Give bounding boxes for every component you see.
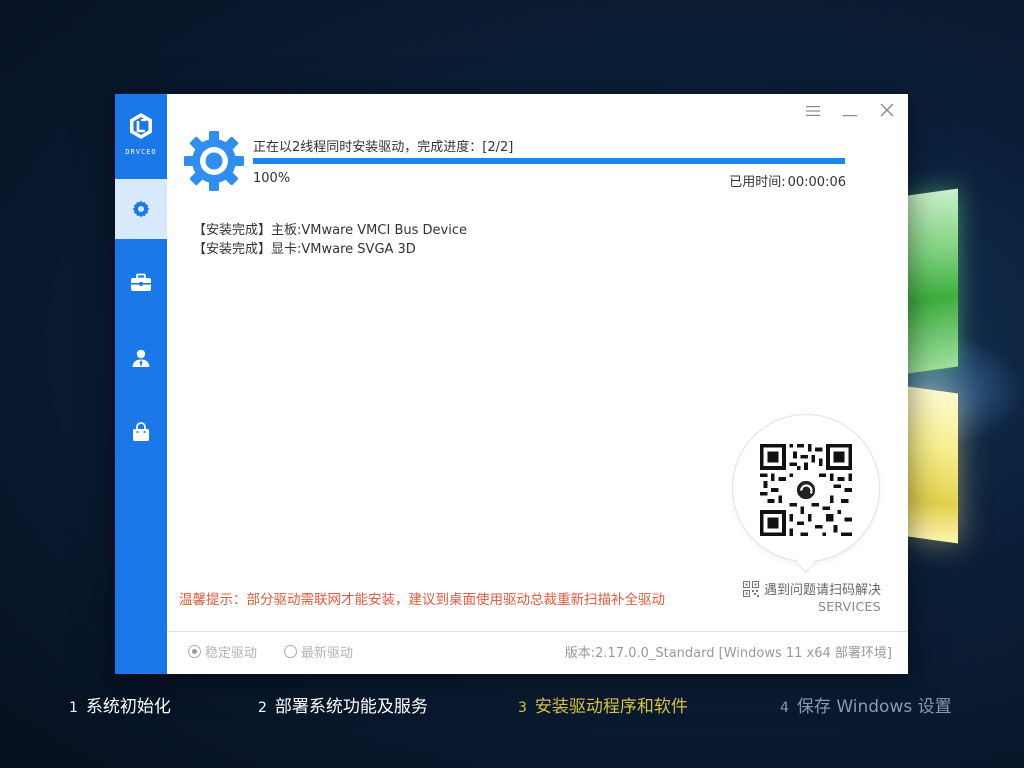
log-entry-text: 主板:VMware VMCI Bus Device bbox=[271, 223, 467, 238]
step-label: 系统初始化 bbox=[85, 697, 171, 717]
step-2: 2 部署系统功能及服务 bbox=[258, 692, 428, 717]
help-label: 遇到问题请扫码解决 bbox=[763, 583, 881, 598]
support-qr-code[interactable] bbox=[760, 444, 852, 536]
radio-checked-icon bbox=[188, 645, 201, 658]
log-entry: 【安装完成】显卡:VMware SVGA 3D bbox=[193, 240, 467, 259]
logo-pane-yellow bbox=[908, 386, 958, 544]
installing-gear-icon bbox=[184, 131, 244, 191]
install-status-text: 正在以2线程同时安装驱动，完成进度：[2/2] bbox=[253, 140, 514, 155]
radio-stable-label: 稳定驱动 bbox=[205, 646, 258, 661]
log-entry: 【安装完成】主板:VMware VMCI Bus Device bbox=[193, 221, 467, 240]
step-number: 3 bbox=[518, 700, 527, 716]
gear-icon bbox=[132, 200, 150, 218]
menu-icon bbox=[806, 106, 820, 116]
close-button[interactable] bbox=[877, 102, 897, 122]
log-entry-text: 显卡:VMware SVGA 3D bbox=[271, 242, 416, 257]
minimize-button[interactable] bbox=[840, 102, 860, 122]
toolbox-icon bbox=[131, 273, 151, 291]
radio-latest-driver[interactable]: 最新驱动 bbox=[284, 642, 353, 661]
step-label: 保存 Windows 设置 bbox=[796, 697, 952, 717]
user-icon bbox=[132, 349, 150, 367]
minimize-icon bbox=[843, 115, 857, 117]
log-entry-status: 【安装完成】 bbox=[193, 223, 272, 238]
radio-latest-label: 最新驱动 bbox=[301, 646, 354, 661]
install-progress-bar bbox=[253, 158, 845, 164]
help-block[interactable]: 遇到问题请扫码解决 SERVICES bbox=[731, 579, 881, 614]
radio-stable-driver[interactable]: 稳定驱动 bbox=[188, 642, 257, 661]
version-info: 版本:2.17.0.0_Standard [Windows 11 x64 部署环… bbox=[564, 646, 892, 661]
sidebar-item-user[interactable] bbox=[115, 328, 167, 388]
radio-unchecked-icon bbox=[284, 645, 297, 658]
help-row: 遇到问题请扫码解决 bbox=[731, 579, 881, 598]
step-label: 部署系统功能及服务 bbox=[274, 697, 428, 717]
brand-icon bbox=[130, 113, 152, 139]
menu-button[interactable] bbox=[803, 102, 823, 122]
elapsed-time: 已用时间: 00:00:06 bbox=[727, 171, 846, 190]
warm-tip: 温馨提示：部分驱动需联网才能安装，建议到桌面使用驱动总裁重新扫描补全驱动 bbox=[179, 592, 665, 608]
footer-divider bbox=[167, 631, 908, 632]
brand-logo: DRVCEO bbox=[115, 112, 167, 162]
progress-percent: 100% bbox=[253, 171, 291, 186]
step-number: 4 bbox=[780, 700, 789, 716]
setup-steps: 1 系统初始化 2 部署系统功能及服务 3 安装驱动程序和软件 4 保存 Windows… bbox=[0, 692, 1024, 717]
step-4: 4 保存 Windows 设置 bbox=[780, 692, 952, 717]
elapsed-label: 已用时间: bbox=[729, 175, 786, 190]
installer-window: DRVCEO 正在以2线程同时安装驱动，完成进度：[2/2] 100% 已用时间… bbox=[115, 94, 908, 674]
step-number: 1 bbox=[69, 700, 78, 716]
help-sublabel: SERVICES bbox=[817, 599, 881, 614]
brand-name: DRVCEO bbox=[125, 148, 157, 156]
install-log: 【安装完成】主板:VMware VMCI Bus Device 【安装完成】显卡… bbox=[193, 221, 467, 259]
bag-icon bbox=[133, 422, 149, 441]
sidebar-item-driver-install[interactable] bbox=[115, 179, 167, 239]
step-label: 安装驱动程序和软件 bbox=[534, 697, 688, 717]
step-3: 3 安装驱动程序和软件 bbox=[518, 692, 688, 717]
log-entry-status: 【安装完成】 bbox=[193, 242, 272, 257]
step-1: 1 系统初始化 bbox=[69, 692, 171, 717]
sidebar: DRVCEO bbox=[115, 94, 167, 674]
sidebar-item-software[interactable] bbox=[115, 402, 167, 462]
qr-scan-icon bbox=[742, 580, 759, 597]
sidebar-item-toolbox[interactable] bbox=[115, 253, 167, 313]
logo-pane-green bbox=[908, 188, 958, 374]
elapsed-value: 00:00:06 bbox=[787, 175, 846, 190]
install-progress-fill bbox=[253, 158, 845, 164]
step-number: 2 bbox=[258, 700, 267, 716]
close-icon bbox=[880, 103, 894, 117]
